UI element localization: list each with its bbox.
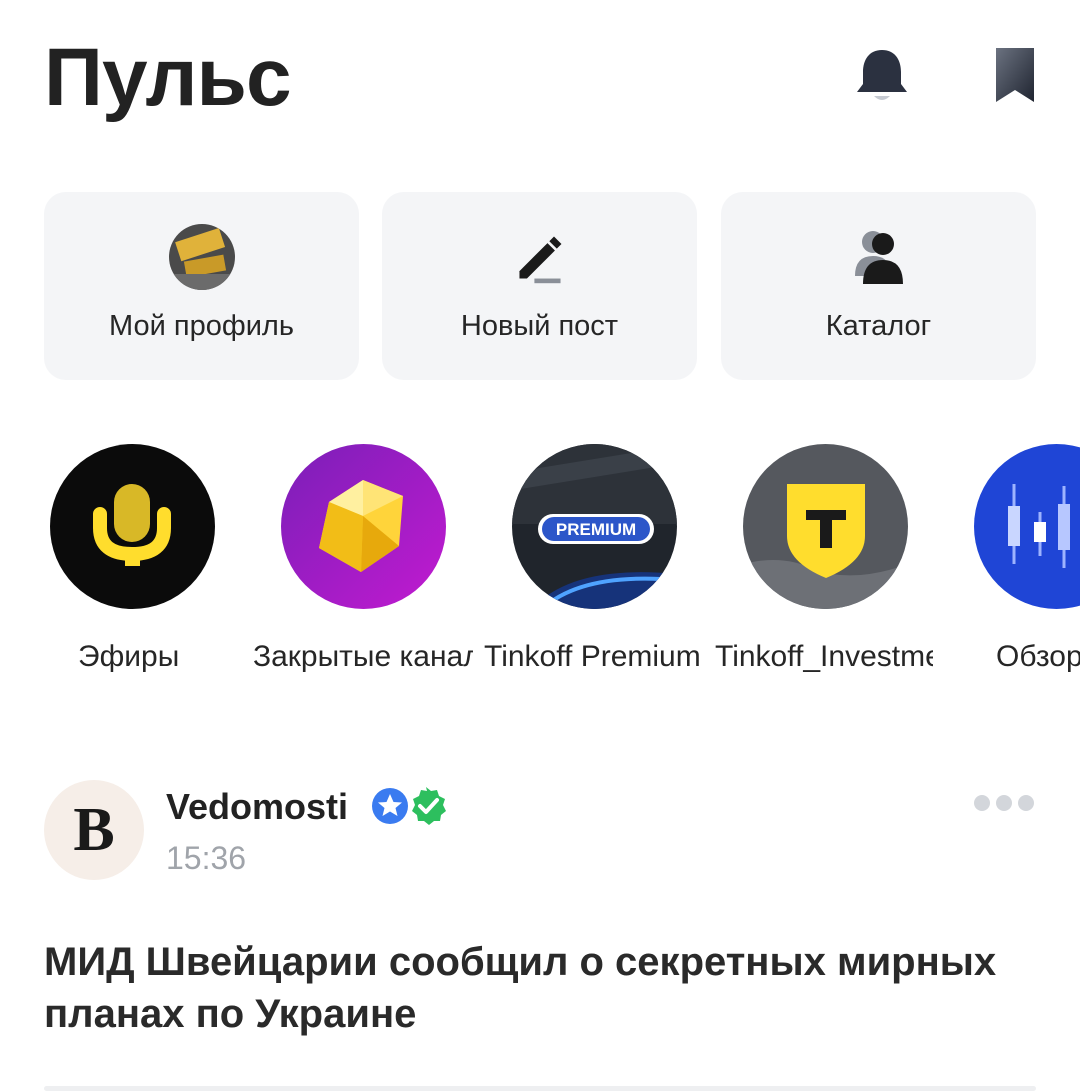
page-title: Пульс (44, 32, 292, 123)
post-time: 15:36 (166, 840, 247, 876)
new-post-button[interactable]: Новый пост (382, 192, 697, 380)
story-label: Закрытые каналы (253, 640, 473, 673)
more-options-icon[interactable] (972, 792, 1036, 814)
microphone-icon (50, 444, 215, 609)
premium-badge: PREMIUM (512, 444, 677, 609)
story-label: Обзоры (996, 640, 1080, 673)
story-tinkoff-investments[interactable]: Tinkoff_Investments (715, 444, 967, 673)
story-label: Tinkoff_Investments (715, 640, 933, 673)
bookmark-icon[interactable] (990, 46, 1040, 106)
divider (44, 1086, 1036, 1091)
author-name[interactable]: Vedomosti (166, 786, 348, 828)
story-closed-channels[interactable]: Закрытые каналы (253, 444, 505, 673)
bell-icon[interactable] (852, 46, 912, 106)
catalog-label: Каталог (825, 310, 932, 342)
story-tinkoff-premium[interactable]: PREMIUM Tinkoff Premium (484, 444, 736, 673)
my-profile-button[interactable]: Мой профиль (44, 192, 359, 380)
my-profile-label: Мой профиль (109, 310, 294, 342)
profile-avatar (168, 224, 235, 290)
tinkoff-shield-icon (743, 444, 908, 609)
verified-check-icon (412, 787, 446, 825)
post-title[interactable]: МИД Швейцарии сообщил о секретных мирных… (44, 936, 1004, 1040)
badges (372, 787, 446, 825)
avatar-letter: B (73, 795, 115, 864)
header: Пульс (0, 0, 1080, 160)
catalog-button[interactable]: Каталог (721, 192, 1036, 380)
quick-actions: Мой профиль Новый пост Каталог (44, 192, 1036, 380)
catalog-people-icon (854, 231, 903, 284)
author-avatar[interactable]: B (44, 780, 144, 880)
new-post-label: Новый пост (460, 310, 619, 342)
gem-icon (281, 444, 446, 609)
svg-text:PREMIUM: PREMIUM (556, 520, 636, 539)
story-label: Tinkoff Premium (484, 640, 701, 673)
candlestick-chart-icon (974, 444, 1080, 609)
story-efiry[interactable]: Эфиры (44, 444, 274, 673)
story-obzory[interactable]: Обзоры (968, 444, 1080, 673)
pencil-icon (518, 236, 561, 284)
star-badge-icon (372, 788, 408, 824)
stories-row: Эфиры Закрытые каналы PREMIUM (0, 444, 1080, 684)
